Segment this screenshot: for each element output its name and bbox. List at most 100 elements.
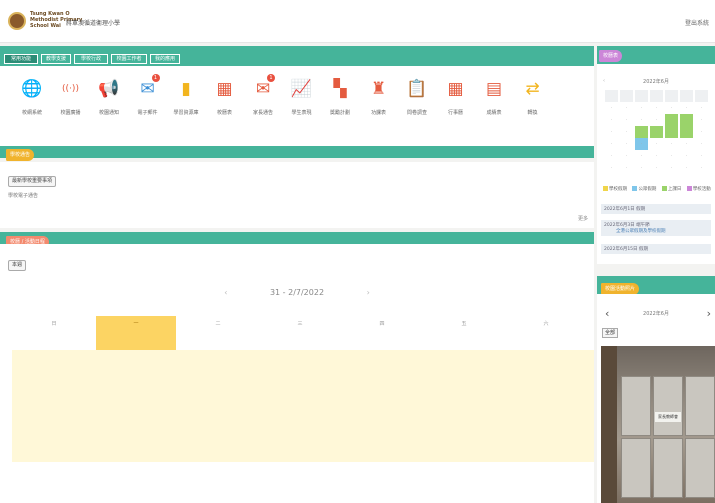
event-date: 2022年6月1日	[604, 207, 635, 212]
calendar-day-cell[interactable]: ·	[650, 138, 663, 150]
calendar-day-cell[interactable]: ·	[605, 126, 618, 138]
calendar-day-cell[interactable]: ·	[635, 162, 648, 174]
school-logo[interactable]	[8, 12, 26, 30]
notice-chip[interactable]: 最新學校重要事項	[8, 176, 57, 187]
calendar-day-cell[interactable]: ·	[695, 150, 708, 162]
app-swap[interactable]: ⇄ 轉換	[515, 78, 551, 116]
calendar-day-cell[interactable]: ·	[620, 150, 633, 162]
app-globe[interactable]: 🌐 校網系統	[14, 78, 50, 116]
calendar-day-cell[interactable]: ·	[650, 126, 663, 138]
calendar-day-cell[interactable]: ·	[680, 162, 693, 174]
app-report[interactable]: ▤ 成績表	[476, 78, 512, 116]
calendar-event[interactable]: 2022年6月3日 端午節 全港公眾假期及學校假期	[601, 220, 711, 236]
calendar-day-cell[interactable]: ·	[620, 138, 633, 150]
calendar-day-cell[interactable]: ·	[650, 114, 663, 126]
photo-locker	[621, 438, 651, 498]
day-label: 六	[543, 321, 549, 327]
calendar-day-cell[interactable]: ·	[620, 126, 633, 138]
calendar-day-cell[interactable]: ·	[695, 102, 708, 114]
day-column-fri[interactable]: 五	[424, 316, 504, 350]
calendar-day-cell[interactable]: ·	[605, 114, 618, 126]
calendar-day-cell[interactable]: ·	[680, 114, 693, 126]
calendar-day-cell[interactable]: ·	[605, 150, 618, 162]
calendar-day-cell[interactable]: ·	[680, 126, 693, 138]
swap-icon: ⇄	[525, 79, 540, 99]
day-label: 二	[215, 321, 221, 327]
app-chart[interactable]: 📈 學生表現	[284, 78, 320, 116]
day-column-mon[interactable]: 一	[96, 316, 176, 350]
calendar-day-cell[interactable]: ·	[665, 138, 678, 150]
tab-common[interactable]: 常用功能	[4, 54, 38, 64]
calendar-day-cell[interactable]: ·	[650, 102, 663, 114]
day-column-thu[interactable]: 四	[342, 316, 422, 350]
notice-subtitle[interactable]: 學校電子通告	[8, 192, 38, 199]
day-column-sun[interactable]: 日	[14, 316, 94, 350]
app-envelope[interactable]: ✉ 1 家長通告	[245, 74, 281, 116]
calendar-day-cell[interactable]: ·	[695, 126, 708, 138]
calendar-day-cell[interactable]: ·	[665, 162, 678, 174]
app-stamp[interactable]: ♜ 功課表	[361, 78, 397, 116]
app-clipboard[interactable]: 📋 問卷調查	[399, 78, 435, 116]
activity-photo[interactable]: 家長教師會	[601, 346, 715, 503]
photo-all-button[interactable]: 全部	[602, 328, 619, 338]
calendar-event[interactable]: 2022年6月1日 假期	[601, 204, 711, 214]
app-label: 學習資源庫	[173, 110, 199, 116]
calendar-day-cell[interactable]: ·	[635, 114, 648, 126]
calendar-day-cell[interactable]: ·	[635, 150, 648, 162]
calendar-day-cell[interactable]: ·	[605, 102, 618, 114]
app-book[interactable]: ▮ 學習資源庫	[168, 78, 204, 116]
app-megaphone[interactable]: 📢 校園通知	[91, 78, 127, 116]
app-mail[interactable]: ✉ 1 電子郵件	[130, 74, 166, 116]
app-broadcast[interactable]: ((·)) 校園廣播	[53, 78, 89, 116]
prev-photo-icon[interactable]: ‹	[605, 307, 609, 320]
app-label: 問卷調查	[406, 110, 427, 116]
calendar2-icon: ▦	[447, 79, 464, 99]
day-column-tue[interactable]: 二	[178, 316, 258, 350]
tab-my-apps[interactable]: 我的應用	[150, 54, 180, 64]
day-column-sat[interactable]: 六	[506, 316, 586, 350]
calendar-day-cell[interactable]: ·	[650, 162, 663, 174]
calendar-event[interactable]: 2022年6月15日 假期	[601, 244, 711, 254]
calendar-day-cell[interactable]: ·	[680, 138, 693, 150]
app-calendar2[interactable]: ▦ 行事曆	[438, 78, 474, 116]
calendar-day-cell[interactable]: ·	[680, 102, 693, 114]
calendar-day-cell[interactable]: ·	[695, 162, 708, 174]
calendar-day-cell[interactable]: ·	[695, 114, 708, 126]
prev-month-icon[interactable]: ‹	[603, 78, 605, 84]
tab-teaching[interactable]: 教學支援	[41, 54, 71, 64]
app-label: 校曆表	[216, 110, 232, 116]
calendar-day-cell[interactable]: ·	[635, 138, 648, 150]
this-week-button[interactable]: 本週	[8, 260, 27, 271]
calendar-day-cell[interactable]: ·	[620, 102, 633, 114]
calendar-day-cell[interactable]: ·	[665, 150, 678, 162]
calendar-day-cell[interactable]: ·	[665, 126, 678, 138]
prev-week-icon[interactable]: ‹	[224, 288, 227, 297]
calendar-day-cell[interactable]: ·	[620, 114, 633, 126]
calendar-day-cell[interactable]: ·	[605, 162, 618, 174]
schedule-header-bar: 校曆 / 活動日程	[0, 232, 594, 248]
next-week-icon[interactable]: ›	[367, 288, 370, 297]
calendar-day-cell[interactable]: ·	[665, 114, 678, 126]
app-label: 功課表	[370, 110, 386, 116]
next-photo-icon[interactable]: ›	[707, 307, 711, 320]
calendar-day-cell[interactable]: ·	[680, 150, 693, 162]
calendar-day-cell[interactable]: ·	[605, 138, 618, 150]
app-tabs: 常用功能 教學支援 學校行政 校園工作者 我的應用	[0, 52, 594, 66]
calendar-day-cell[interactable]: ·	[620, 162, 633, 174]
logout-link[interactable]: 登出系統	[685, 18, 709, 27]
notice-more-link[interactable]: 更多	[578, 215, 588, 222]
app-map[interactable]: ▚ 獎勵計劃	[322, 78, 358, 116]
calendar-day-cell[interactable]: ·	[635, 102, 648, 114]
tab-staff[interactable]: 校園工作者	[111, 54, 147, 64]
calendar-day-cell[interactable]: ·	[635, 126, 648, 138]
app-calendar[interactable]: ▦ 校曆表	[207, 78, 243, 116]
photo-nav-label: 2022年6月	[643, 311, 669, 317]
app-label: 獎勵計劃	[329, 110, 350, 116]
day-column-wed[interactable]: 三	[260, 316, 340, 350]
calendar-day-cell[interactable]: ·	[650, 150, 663, 162]
photo-caption: 家長教師會	[655, 412, 681, 422]
calendar-day-cell[interactable]: ·	[695, 138, 708, 150]
tab-admin[interactable]: 學校行政	[74, 54, 108, 64]
photos-panel: ‹ 2022年6月 › 全部 家長教師會	[597, 294, 715, 503]
calendar-day-cell[interactable]: ·	[665, 102, 678, 114]
